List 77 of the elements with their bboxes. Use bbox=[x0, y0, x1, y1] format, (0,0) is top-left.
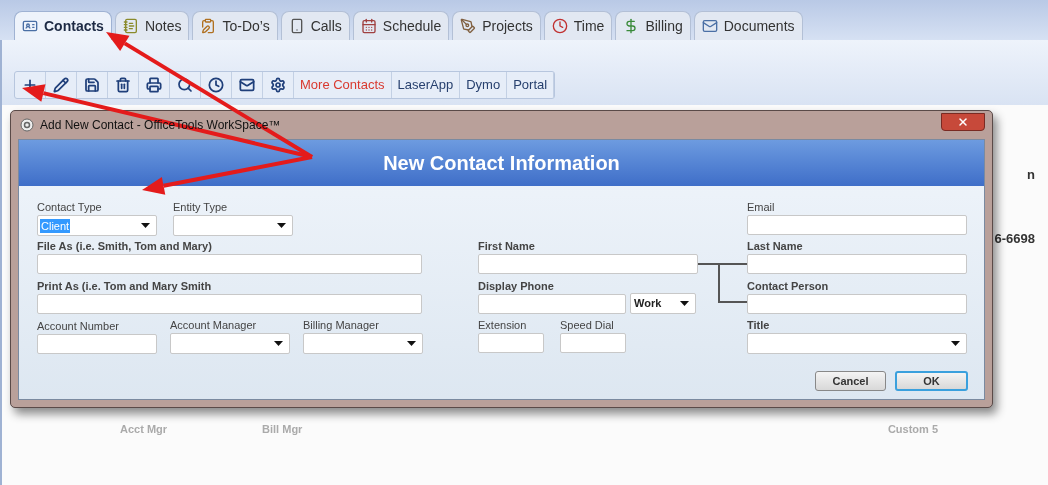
field-label: Account Number bbox=[37, 319, 120, 333]
input-field[interactable] bbox=[747, 215, 967, 235]
field-label: Last Name bbox=[747, 239, 804, 253]
background-label: Acct Mgr bbox=[120, 421, 168, 437]
field-label: Print As (i.e. Tom and Mary Smith bbox=[37, 278, 213, 293]
field-label: Contact Person bbox=[747, 278, 830, 293]
caret-icon bbox=[277, 223, 286, 228]
field-label: Contact Type bbox=[37, 200, 103, 214]
close-icon bbox=[957, 116, 969, 128]
input-field[interactable] bbox=[478, 333, 544, 353]
tab[interactable]: Projects bbox=[452, 11, 541, 40]
dialog-button[interactable]: Cancel bbox=[815, 371, 886, 391]
background-label: Bill Mgr bbox=[262, 421, 303, 437]
field-label: Display Phone bbox=[478, 278, 555, 293]
toolbar-link[interactable]: LaserApp bbox=[391, 72, 461, 98]
tab[interactable]: Billing bbox=[615, 11, 691, 40]
caret-icon bbox=[951, 341, 960, 346]
toolbar-link[interactable]: Portal bbox=[507, 72, 555, 98]
tab[interactable]: To-Do’s bbox=[192, 11, 278, 40]
dropdown-value: Client bbox=[40, 218, 71, 233]
input-field[interactable] bbox=[478, 293, 626, 314]
field-label: Speed Dial bbox=[560, 318, 615, 332]
field-label: Email bbox=[747, 200, 776, 214]
input-field[interactable] bbox=[37, 254, 422, 274]
printer-icon bbox=[146, 77, 162, 93]
input-field[interactable] bbox=[747, 254, 967, 274]
dialog-heading: New Contact Information bbox=[383, 151, 620, 176]
field-label: File As (i.e. Smith, Tom and Mary) bbox=[37, 239, 213, 253]
dialog-button[interactable]: OK bbox=[895, 371, 968, 391]
field-label: Billing Manager bbox=[303, 318, 380, 332]
dropdown[interactable] bbox=[303, 333, 423, 354]
dropdown-value: Work bbox=[633, 296, 663, 310]
dropdown[interactable] bbox=[747, 333, 967, 354]
tab[interactable]: Schedule bbox=[352, 11, 450, 40]
caret-icon bbox=[274, 341, 283, 346]
input-field[interactable] bbox=[560, 333, 626, 353]
close-button[interactable] bbox=[941, 113, 985, 131]
id-card-icon bbox=[22, 18, 38, 34]
pencil-icon bbox=[53, 77, 69, 93]
app-logo-icon bbox=[20, 118, 34, 132]
caret-icon bbox=[407, 341, 416, 346]
notepad-icon bbox=[122, 18, 139, 34]
field-label: Extension bbox=[478, 318, 528, 332]
save-icon bbox=[84, 77, 100, 93]
dropdown[interactable] bbox=[170, 333, 290, 354]
field-label: First Name bbox=[478, 239, 536, 253]
input-field[interactable] bbox=[478, 254, 698, 274]
tab[interactable]: Documents bbox=[693, 11, 803, 40]
dropdown[interactable]: Work bbox=[630, 292, 696, 314]
pen-icon bbox=[460, 18, 477, 34]
input-field[interactable] bbox=[37, 293, 422, 314]
background-text: n bbox=[1027, 166, 1035, 184]
clock-icon bbox=[551, 18, 568, 34]
settings-icon bbox=[270, 77, 286, 93]
tab[interactable]: Calls bbox=[280, 11, 350, 40]
dropdown[interactable] bbox=[173, 215, 293, 236]
calendar-icon bbox=[360, 18, 377, 34]
mail-icon bbox=[239, 77, 255, 93]
clock-icon bbox=[208, 77, 224, 93]
trash-icon bbox=[115, 77, 131, 93]
toolbar-link[interactable]: Dymo bbox=[460, 72, 508, 98]
background-text: 6-6698 bbox=[994, 229, 1035, 248]
caret-icon bbox=[680, 300, 689, 306]
input-field[interactable] bbox=[37, 334, 157, 354]
tab[interactable]: Contacts bbox=[14, 11, 112, 40]
tab[interactable]: Notes bbox=[114, 11, 190, 40]
field-label: Title bbox=[747, 318, 771, 332]
background-label: Custom 5 bbox=[887, 421, 938, 437]
field-label: Account Manager bbox=[170, 318, 258, 332]
caret-icon bbox=[141, 223, 150, 228]
input-field[interactable] bbox=[747, 293, 967, 314]
toolbar-link[interactable]: More Contacts bbox=[294, 72, 392, 98]
envelope-icon bbox=[701, 18, 718, 34]
clipboard-icon bbox=[200, 18, 217, 34]
search-icon bbox=[177, 77, 193, 93]
tab[interactable]: Time bbox=[543, 11, 613, 40]
field-label: Entity Type bbox=[173, 200, 229, 214]
